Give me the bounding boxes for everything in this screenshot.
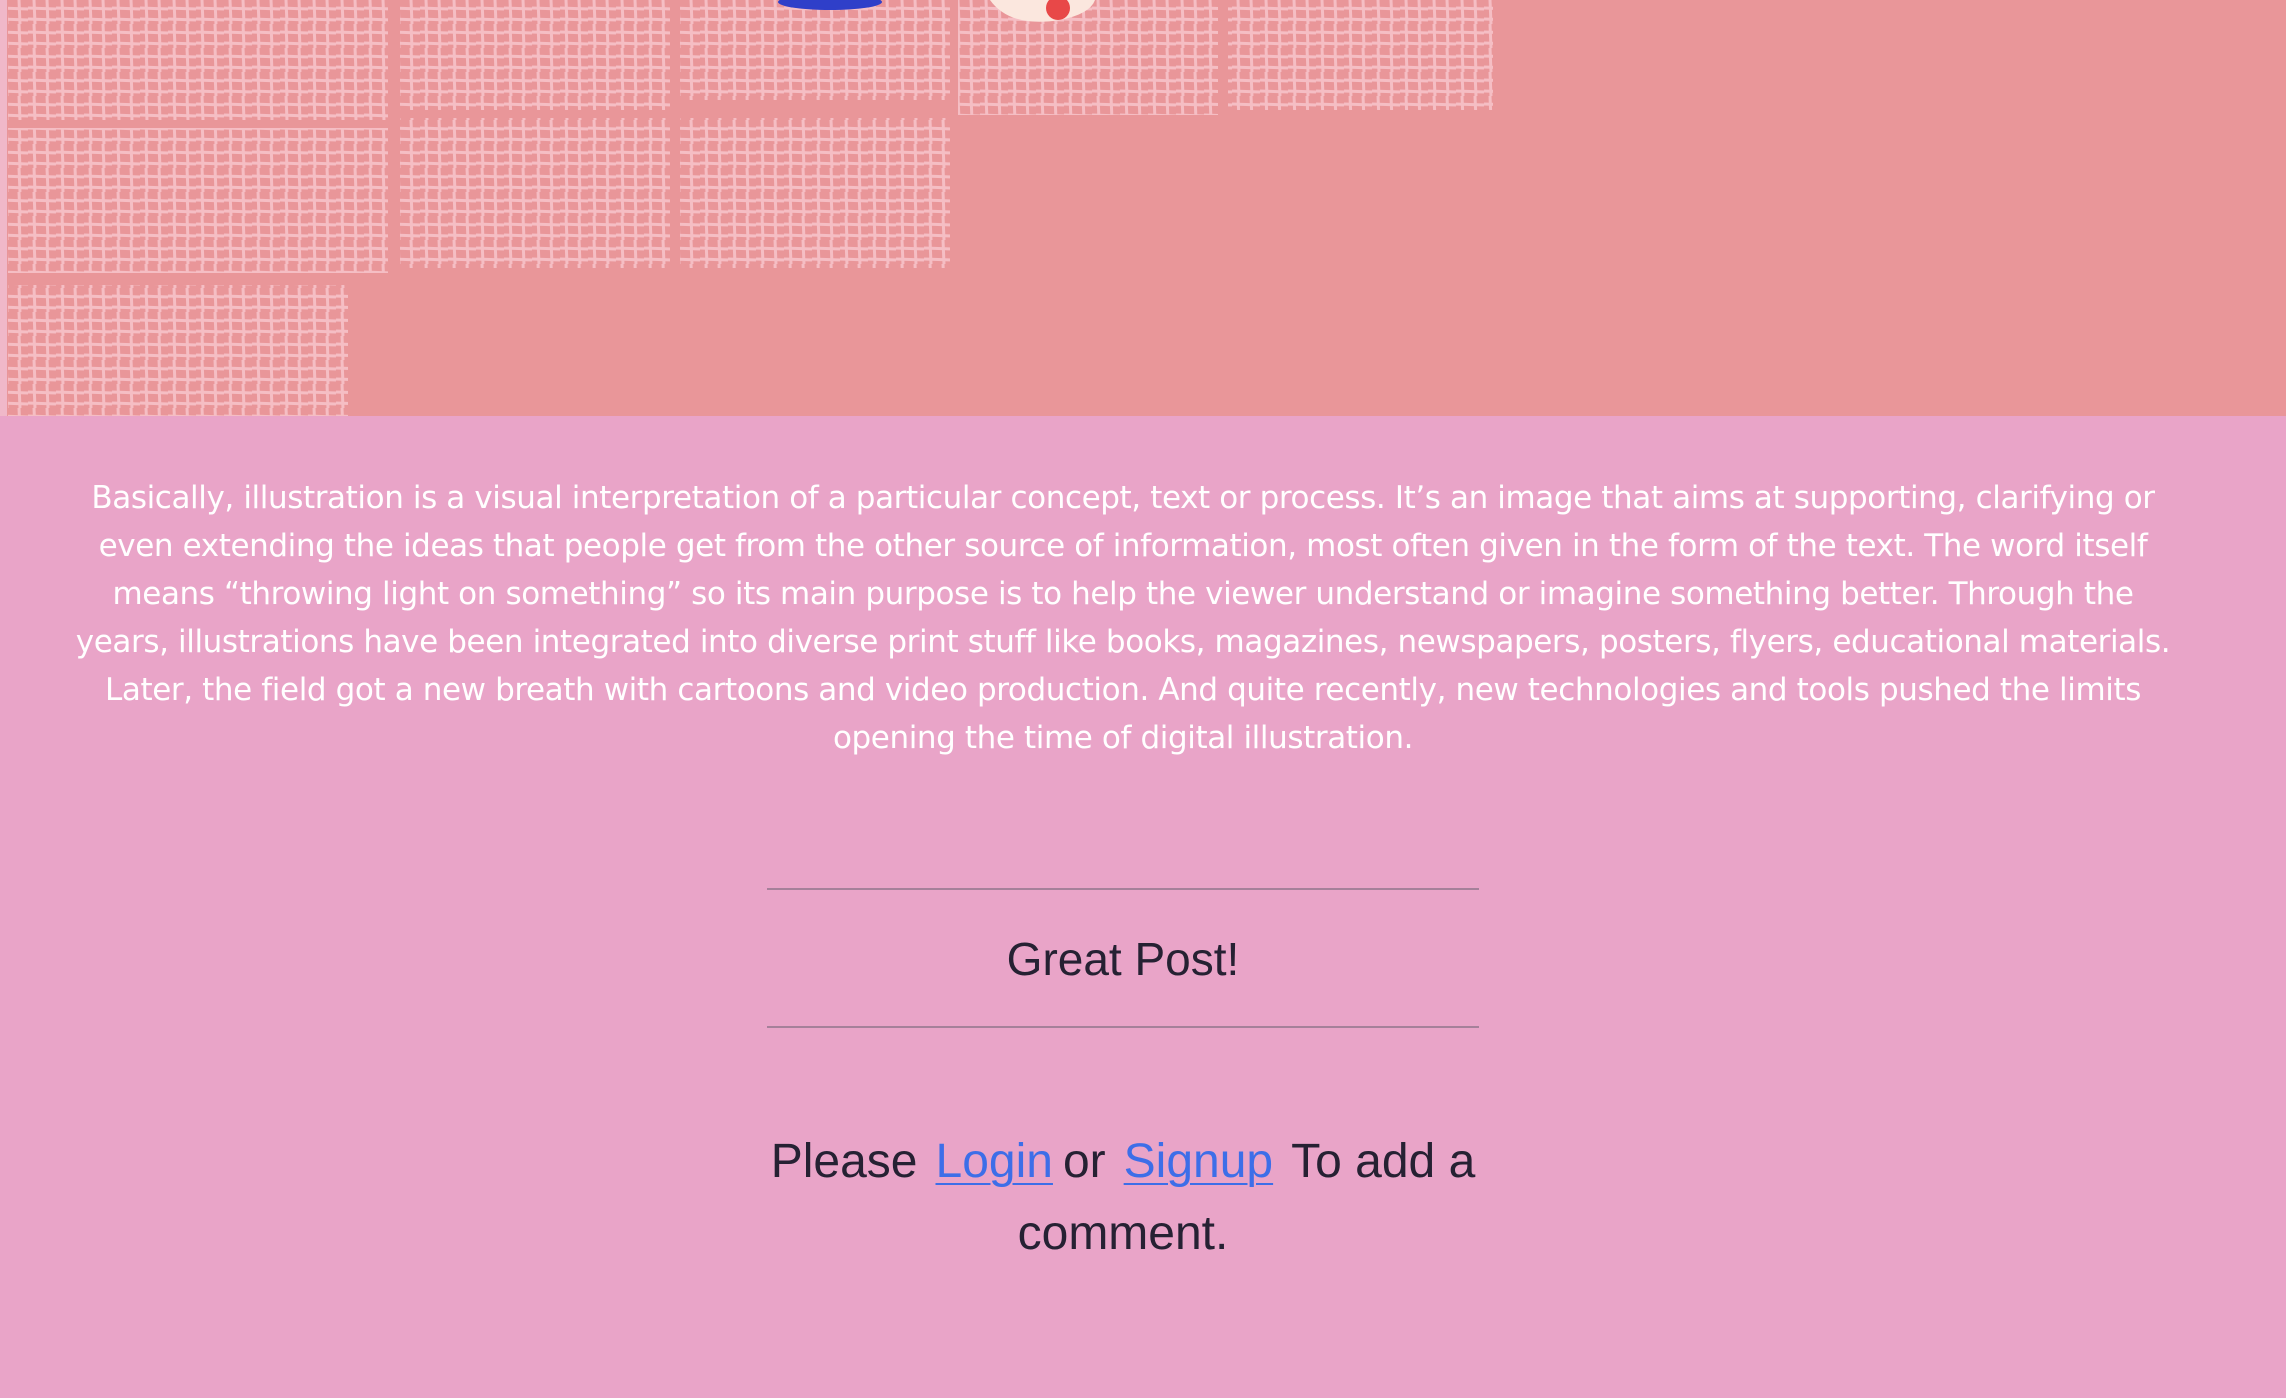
comment-divider (767, 888, 1479, 890)
hero-illustration (0, 0, 2286, 416)
login-prompt: Please Login or Signup To add a comment. (767, 1126, 1479, 1270)
signup-link[interactable]: Signup (1124, 1135, 1273, 1188)
comment-divider (767, 1026, 1479, 1028)
login-link[interactable]: Login (936, 1135, 1053, 1188)
comment-text: Great Post! (1006, 933, 1240, 985)
prompt-or-text: or (1062, 1135, 1106, 1188)
crosshatch-pattern (8, 0, 1493, 416)
prompt-text: Please (770, 1135, 918, 1188)
article-body: Basically, illustration is a visual inte… (75, 480, 2171, 756)
